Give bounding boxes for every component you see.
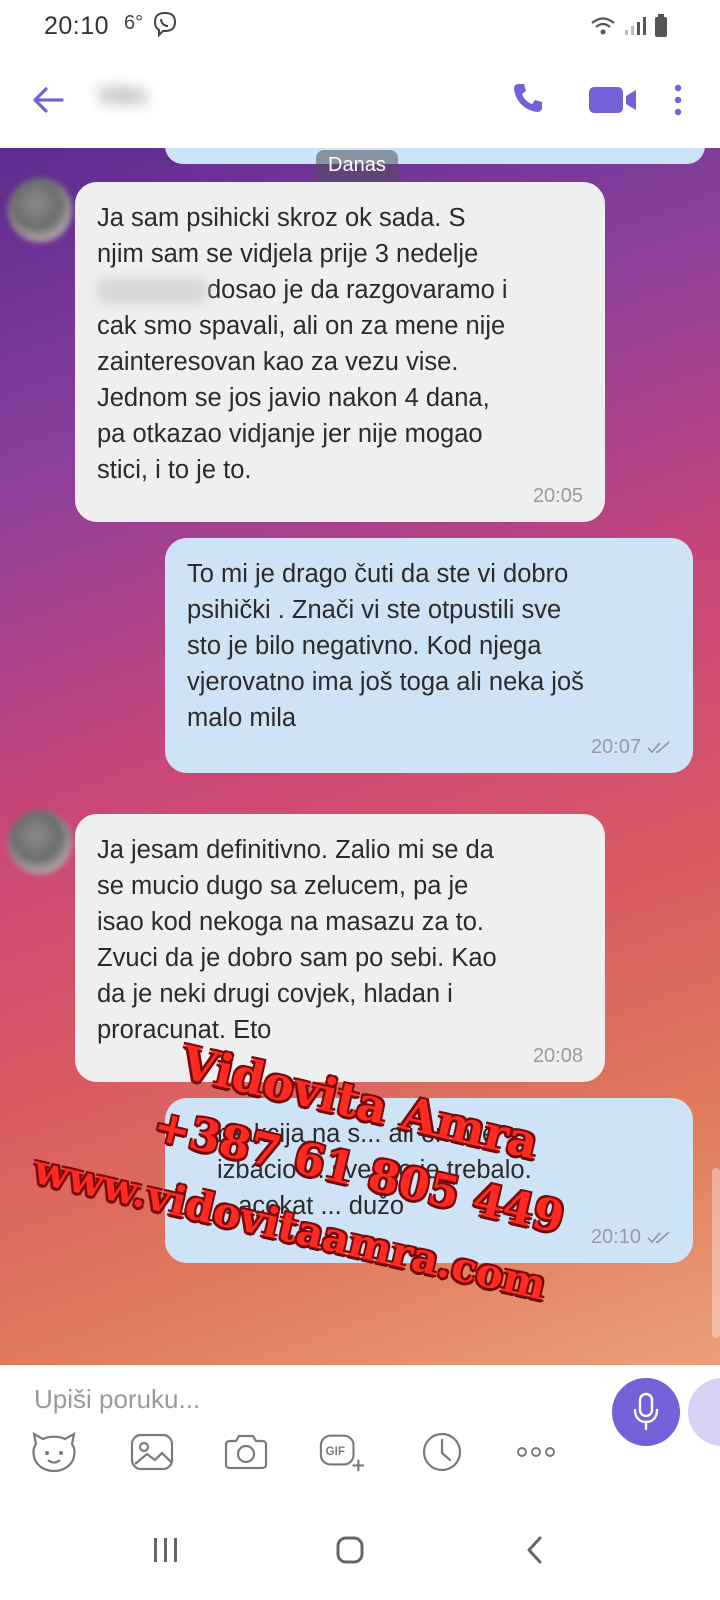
gallery-button[interactable] xyxy=(128,1428,176,1476)
message-bubble-outgoing[interactable]: reakcija na s... ali on nije izbacio ...… xyxy=(165,1098,693,1263)
viber-notification-icon xyxy=(153,11,177,37)
status-temperature: 6° xyxy=(124,12,144,34)
chat-header: Kiko xyxy=(0,52,720,148)
status-icons xyxy=(590,14,668,38)
message-time: 20:10 xyxy=(590,1226,641,1248)
message-bubble-outgoing[interactable]: To mi je drago čuti da ste vi dobro psih… xyxy=(165,538,693,773)
message-bubble-incoming[interactable]: Ja sam psihicki skroz ok sada. S njim sa… xyxy=(75,182,605,522)
message-input[interactable] xyxy=(34,1375,554,1423)
message-text: Ja jesam definitivno. Zalio mi se da se … xyxy=(97,836,497,1044)
gallery-icon xyxy=(130,1433,174,1471)
schedule-button[interactable] xyxy=(418,1428,466,1476)
more-attachments-button[interactable] xyxy=(512,1428,560,1476)
chevron-left-icon xyxy=(527,1536,542,1564)
contact-avatar[interactable] xyxy=(8,810,72,874)
home-icon xyxy=(336,1536,364,1564)
battery-icon xyxy=(655,14,667,37)
message-text: reakcija na s... ali on nije izbacio ...… xyxy=(217,1120,532,1220)
more-options-icon[interactable] xyxy=(670,80,686,120)
date-separator: Danas xyxy=(316,150,398,184)
previous-message-bubble[interactable] xyxy=(165,148,705,164)
recent-apps-button[interactable] xyxy=(142,1528,190,1572)
gif-button[interactable]: GIF xyxy=(318,1428,366,1476)
more-dots-icon xyxy=(517,1447,555,1457)
voice-message-button[interactable] xyxy=(612,1378,680,1446)
microphone-icon xyxy=(633,1392,659,1431)
back-arrow-icon[interactable] xyxy=(28,80,68,120)
read-checkmarks-icon xyxy=(647,1230,670,1243)
message-time: 20:05 xyxy=(532,485,583,507)
sticker-icon xyxy=(32,1431,76,1473)
message-time: 20:08 xyxy=(532,1045,583,1067)
recent-apps-icon xyxy=(154,1538,177,1562)
chat-area[interactable]: Danas Ja sam psihicki skroz ok sada. S n… xyxy=(0,148,720,1365)
camera-button[interactable] xyxy=(222,1428,270,1476)
scrollbar-thumb[interactable] xyxy=(712,1168,720,1338)
system-navigation-bar xyxy=(0,1500,720,1600)
status-time: 20:10 xyxy=(44,12,110,40)
wifi-icon xyxy=(591,17,615,35)
gif-icon: GIF xyxy=(319,1434,365,1472)
status-bar: 20:10 6° xyxy=(0,0,720,52)
home-button[interactable] xyxy=(326,1528,374,1572)
video-call-icon[interactable] xyxy=(588,84,638,116)
message-text: Ja sam psihicki skroz ok sada. S njim sa… xyxy=(97,204,508,484)
signal-icon xyxy=(625,17,646,35)
contact-avatar[interactable] xyxy=(8,178,72,242)
message-text: To mi je drago čuti da ste vi dobro psih… xyxy=(187,560,584,732)
svg-text:GIF: GIF xyxy=(326,1446,345,1458)
message-bubble-incoming[interactable]: Ja jesam definitivno. Zalio mi se da se … xyxy=(75,814,605,1082)
redacted-text xyxy=(97,278,207,305)
back-button[interactable] xyxy=(510,1528,558,1572)
phone-call-icon[interactable] xyxy=(510,80,546,116)
camera-icon xyxy=(224,1434,268,1470)
read-checkmarks-icon xyxy=(647,740,670,753)
clock-icon xyxy=(422,1432,462,1472)
sticker-button[interactable] xyxy=(30,1428,78,1476)
message-time: 20:07 xyxy=(590,736,641,758)
contact-name[interactable]: Kiko xyxy=(100,82,180,118)
